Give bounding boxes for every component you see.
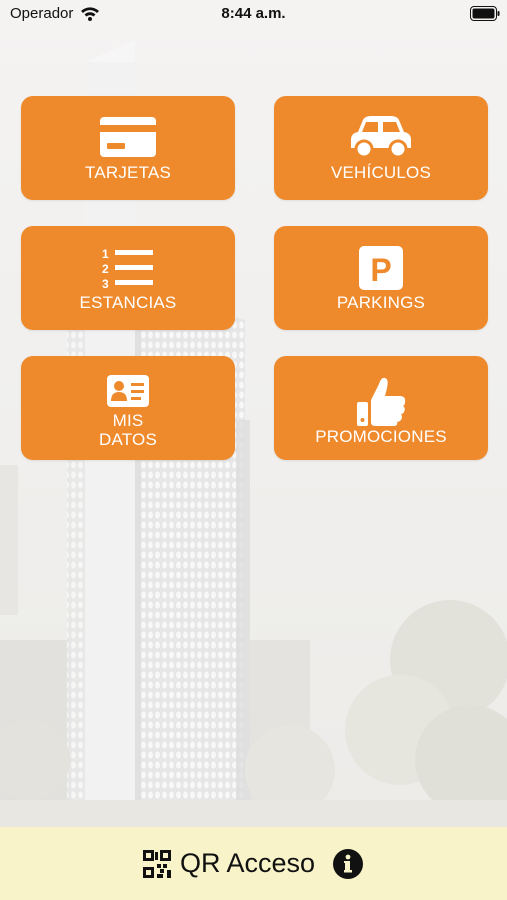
parkings-button[interactable]: P PARKINGS <box>274 226 488 330</box>
tarjetas-label: TARJETAS <box>85 163 171 182</box>
vehiculos-label: VEHÍCULOS <box>330 163 432 182</box>
thumbs-up-icon <box>357 377 406 426</box>
svg-text:3: 3 <box>102 277 109 290</box>
battery-icon <box>470 6 500 21</box>
svg-text:2: 2 <box>102 262 109 276</box>
vehiculos-button[interactable]: VEHÍCULOS <box>274 96 488 200</box>
parkings-label: PARKINGS <box>336 293 426 312</box>
tarjetas-button[interactable]: TARJETAS <box>21 96 235 200</box>
parking-sign-icon: P <box>359 246 403 290</box>
mis-datos-button[interactable]: MIS DATOS <box>21 356 235 460</box>
car-icon <box>351 116 411 159</box>
estancias-label: ESTANCIAS <box>79 293 177 312</box>
id-card-icon <box>107 375 149 407</box>
qr-code-icon <box>143 850 171 878</box>
mis-datos-label-line1: MIS <box>112 411 144 430</box>
mis-datos-label-line2: DATOS <box>99 430 157 449</box>
numbered-list-icon: 1 2 3 <box>102 247 153 290</box>
promociones-label: PROMOCIONES <box>315 427 447 446</box>
svg-text:1: 1 <box>102 247 109 261</box>
qr-access-label[interactable]: QR Acceso <box>180 846 315 880</box>
credit-card-icon <box>100 117 156 157</box>
estancias-button[interactable]: 1 2 3 ESTANCIAS <box>21 226 235 330</box>
promociones-button[interactable]: PROMOCIONES <box>274 356 488 460</box>
svg-text:P: P <box>370 252 391 288</box>
info-icon[interactable] <box>333 849 363 879</box>
status-bar: Operador 8:44 a.m. <box>0 0 507 28</box>
clock: 8:44 a.m. <box>221 5 286 22</box>
